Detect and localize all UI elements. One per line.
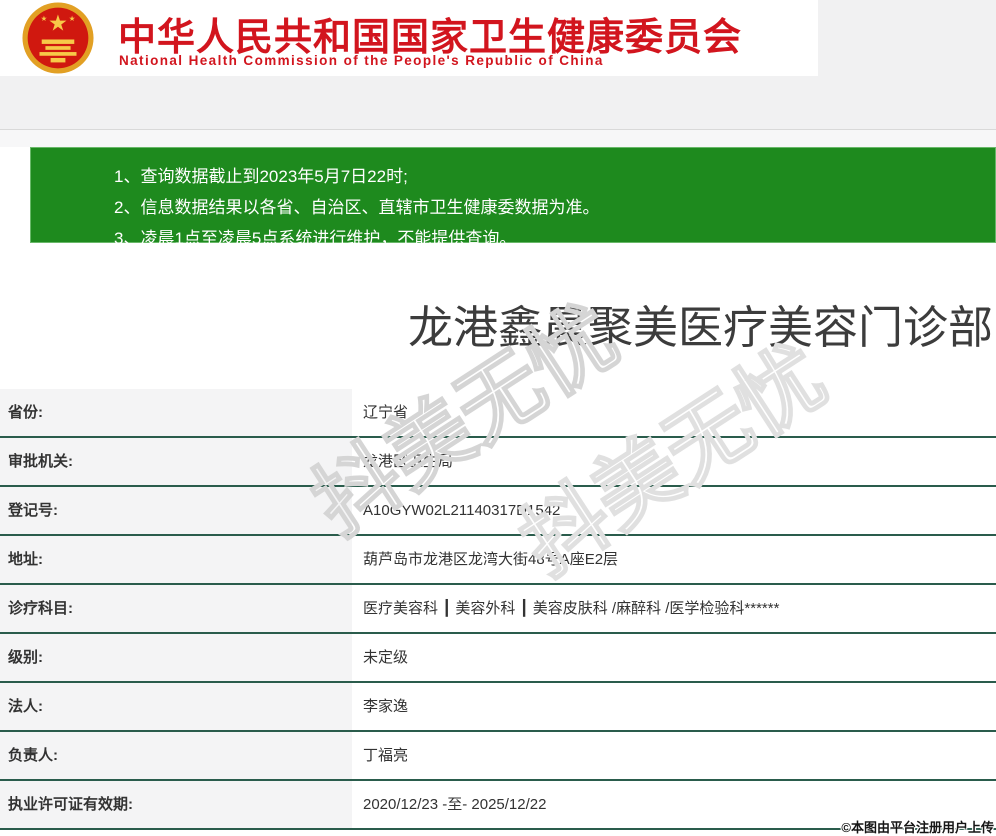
field-label: 负责人: — [0, 732, 352, 779]
field-value: 丁福亮 — [352, 732, 996, 779]
field-value: A10GYW02L21140317D1542 — [352, 487, 996, 534]
svg-text:★: ★ — [41, 14, 48, 23]
field-value: 医疗美容科 ┃ 美容外科 ┃ 美容皮肤科 /麻醉科 /医学检验科****** — [352, 585, 996, 632]
notice-line-3: 3、凌晨1点至凌晨5点系统进行维护，不能提供查询。 — [114, 223, 995, 254]
table-row: 负责人: 丁福亮 — [0, 732, 996, 781]
sub-band — [0, 130, 996, 147]
field-value: 辽宁省 — [352, 389, 996, 436]
table-row: 登记号: A10GYW02L21140317D1542 — [0, 487, 996, 536]
field-value: 未定级 — [352, 634, 996, 681]
header-title-en: National Health Commission of the People… — [119, 53, 604, 68]
table-row: 法人: 李家逸 — [0, 683, 996, 732]
institution-name-title: 龙港鑫晨聚美医疗美容门诊部 — [408, 291, 990, 356]
field-value: 李家逸 — [352, 683, 996, 730]
svg-text:★: ★ — [48, 11, 68, 37]
field-label: 地址: — [0, 536, 352, 583]
table-row: 地址: 葫芦岛市龙港区龙湾大街48号A座E2层 — [0, 536, 996, 585]
table-row: 级别: 未定级 — [0, 634, 996, 683]
field-label: 法人: — [0, 683, 352, 730]
field-value: 葫芦岛市龙港区龙湾大街48号A座E2层 — [352, 536, 996, 583]
field-label: 审批机关: — [0, 438, 352, 485]
page: ★ ★ ★ 中华人民共和国国家卫生健康委员会 National Health C… — [0, 0, 996, 836]
notice-box: 1、查询数据截止到2023年5月7日22时; 2、信息数据结果以各省、自治区、直… — [30, 147, 996, 243]
table-row: 省份: 辽宁省 — [0, 389, 996, 438]
site-header: ★ ★ ★ 中华人民共和国国家卫生健康委员会 National Health C… — [0, 0, 818, 76]
field-label: 诊疗科目: — [0, 585, 352, 632]
national-emblem-icon: ★ ★ ★ — [10, 1, 106, 75]
field-label: 执业许可证有效期: — [0, 781, 352, 828]
field-label: 登记号: — [0, 487, 352, 534]
field-label: 级别: — [0, 634, 352, 681]
field-label: 省份: — [0, 389, 352, 436]
table-row: 审批机关: 龙港区卫生局 — [0, 438, 996, 487]
notice-line-1: 1、查询数据截止到2023年5月7日22时; — [114, 161, 995, 192]
license-table: 省份: 辽宁省 审批机关: 龙港区卫生局 登记号: A10GYW02L21140… — [0, 389, 996, 830]
svg-text:★: ★ — [69, 14, 76, 23]
field-value: 龙港区卫生局 — [352, 438, 996, 485]
notice-line-2: 2、信息数据结果以各省、自治区、直辖市卫生健康委数据为准。 — [114, 192, 995, 223]
table-row: 诊疗科目: 医疗美容科 ┃ 美容外科 ┃ 美容皮肤科 /麻醉科 /医学检验科**… — [0, 585, 996, 634]
upload-copyright-note: ©本图由平台注册用户上传 — [841, 817, 994, 836]
